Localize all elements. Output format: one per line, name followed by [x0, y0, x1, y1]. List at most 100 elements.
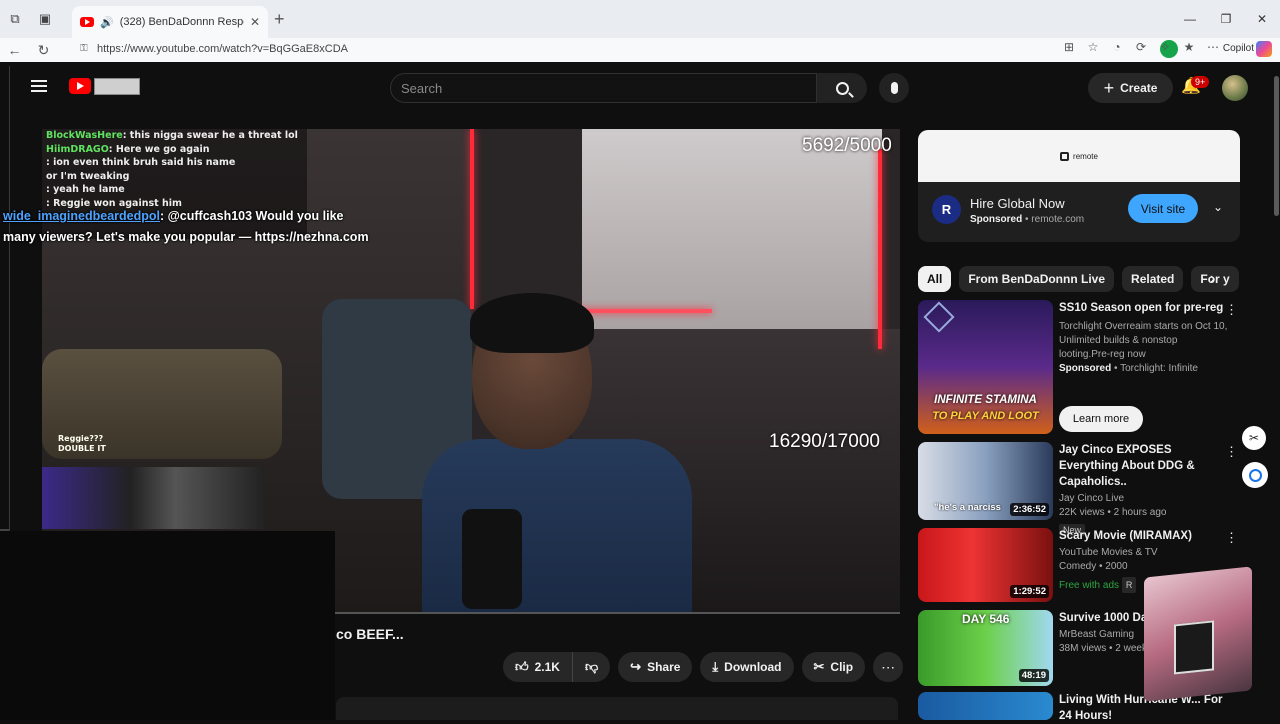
favorites-icon[interactable]: ★ [1182, 40, 1196, 58]
goal-counter-mid: 16290/17000 [769, 431, 880, 452]
chat-text: Reggie??? [58, 434, 104, 443]
more-options-icon[interactable]: ⋮ [1225, 530, 1238, 546]
overlay-username[interactable]: wide_imaginedbeardedpol [3, 209, 160, 223]
visit-site-button[interactable]: Visit site [1128, 194, 1198, 223]
more-icon[interactable]: ⋯ [1206, 40, 1220, 58]
rec-title[interactable]: SS10 Season open for pre-reg [1059, 300, 1234, 316]
extensions-icon[interactable]: ✧ [1158, 40, 1172, 58]
youtube-logo-icon[interactable] [69, 78, 91, 94]
refresh-ext-icon[interactable]: ⟳ [1134, 40, 1148, 58]
extension-icon[interactable]: ◔ [1110, 40, 1124, 58]
tab-actions-icon[interactable]: ▣ [30, 0, 60, 38]
rec-channel[interactable]: YouTube Movies & TV [1059, 546, 1234, 560]
like-count: 2.1K [534, 660, 560, 674]
rec-desc: Torchlight Overreaim starts on Oct 10, [1059, 321, 1228, 332]
chat-line: or I'm tweaking [46, 170, 303, 184]
search-button[interactable] [817, 73, 867, 103]
rec-thumbnail[interactable]: INFINITE STAMINA TO PLAY AND LOOT [918, 300, 1053, 434]
refresh-icon[interactable]: ↻ [29, 42, 58, 59]
more-actions-button[interactable]: ⋯ [873, 652, 904, 682]
like-button[interactable]: 👍︎ 2.1K [503, 652, 573, 682]
chat-text: : ion even think bruh said his name [46, 157, 236, 169]
chip-from-channel[interactable]: From BenDaDonnn Live [959, 266, 1115, 292]
create-button[interactable]: + Create [1088, 73, 1173, 103]
chat-user: HiimDRAGO [46, 143, 109, 155]
duration-badge: 48:19 [1018, 669, 1049, 682]
back-icon[interactable]: ← [0, 42, 29, 58]
speaker-icon[interactable]: 🔊 [100, 16, 114, 29]
site-info-icon[interactable]: ⚿ [80, 43, 88, 54]
filter-chips: All From BenDaDonnn Live Related For y [918, 266, 1239, 292]
chevron-right-icon[interactable]: › [1210, 270, 1215, 288]
ad-domain: remote.com [1031, 214, 1085, 225]
video-led-strip [878, 149, 882, 349]
rec-item-ad[interactable]: INFINITE STAMINA TO PLAY AND LOOT SS10 S… [918, 300, 1248, 436]
close-tab-icon[interactable]: ✕ [250, 15, 260, 29]
floating-promo-widget[interactable] [1144, 566, 1252, 702]
address-bar: ← ↻ ⚿ https://www.youtube.com/watch?v=Bq… [0, 38, 1280, 62]
chip-all[interactable]: All [918, 266, 952, 292]
page-scrollbar[interactable] [1273, 66, 1280, 720]
rec-thumbnail[interactable] [918, 692, 1053, 720]
remote-logo-icon [1060, 151, 1070, 161]
stream-chat-bottom: Reggie??? DOUBLE IT [42, 434, 242, 464]
chat-line: HiimDRAGO: Here we go again [46, 143, 303, 157]
floating-scissors-icon[interactable]: ✂ [1242, 426, 1266, 450]
rec-title[interactable]: Scary Movie (MIRAMAX) [1059, 528, 1234, 544]
floating-assistant-button[interactable] [1242, 462, 1268, 488]
clip-button[interactable]: ✂ Clip [801, 652, 866, 682]
url-field[interactable]: https://www.youtube.com/watch?v=BqGGaE8x… [97, 43, 348, 55]
maximize-icon[interactable]: ❐ [1208, 0, 1244, 38]
chat-line: : ion even think bruh said his name [46, 156, 303, 170]
advertiser-logo-icon[interactable]: R [932, 195, 961, 224]
rec-title[interactable]: Jay Cinco EXPOSES Everything About DDG &… [1059, 442, 1234, 490]
rating-badge: R [1121, 577, 1137, 593]
dislike-button[interactable]: 👎︎ [572, 652, 611, 682]
more-options-icon[interactable]: ⋮ [1225, 302, 1238, 318]
description-box[interactable] [336, 697, 898, 720]
stream-inset-cam [42, 467, 264, 529]
avatar[interactable] [1222, 75, 1248, 101]
free-with-ads-label: Free with ads [1059, 580, 1120, 591]
search-input[interactable]: Search [390, 73, 817, 103]
menu-icon[interactable] [31, 80, 47, 92]
minimize-icon[interactable]: — [1172, 0, 1208, 38]
thumb-text: TO PLAY AND LOOT [932, 410, 1039, 422]
share-button[interactable]: ↪ Share [618, 652, 693, 682]
favorite-star-icon[interactable]: ☆ [1086, 40, 1100, 58]
scrollbar-thumb[interactable] [1274, 76, 1279, 216]
microphone-icon [890, 82, 898, 94]
video-led-strip [470, 129, 474, 309]
more-options-icon[interactable]: ⋮ [1225, 444, 1238, 460]
new-tab-button[interactable]: + [274, 9, 285, 30]
rec-thumbnail[interactable]: DAY 546 48:19 [918, 610, 1053, 686]
share-label: Share [647, 660, 681, 674]
rec-thumbnail[interactable]: 1:29:52 [918, 528, 1053, 602]
copilot-label[interactable]: Copilot [1223, 43, 1254, 54]
workspaces-icon[interactable]: ⧉ [0, 0, 30, 38]
rec-item[interactable]: Living With Hurricane W... For 24 Hours! [918, 692, 1248, 722]
learn-more-button[interactable]: Learn more [1059, 406, 1143, 432]
download-button[interactable]: ⤓ Download [700, 652, 794, 682]
doodle-logo[interactable] [94, 78, 140, 95]
rec-item[interactable]: "he's a narciss 2:36:52 Jay Cinco EXPOSE… [918, 442, 1248, 536]
close-window-icon[interactable]: ✕ [1244, 0, 1280, 38]
blank-panel [0, 531, 335, 720]
chat-text: or I'm tweaking [46, 170, 130, 182]
rec-thumbnail[interactable]: "he's a narciss 2:36:52 [918, 442, 1053, 520]
youtube-favicon-icon [80, 17, 94, 27]
plus-icon: + [1103, 77, 1115, 98]
chat-text: : yeah he lame [46, 184, 125, 196]
app-available-icon[interactable]: ⊞ [1062, 40, 1076, 58]
voice-search-button[interactable] [879, 73, 909, 103]
ad-banner[interactable]: remote [918, 130, 1240, 182]
chip-related[interactable]: Related [1122, 266, 1184, 292]
ad-title[interactable]: Hire Global Now [970, 196, 1065, 211]
chevron-down-icon[interactable]: ⌄ [1213, 200, 1223, 214]
download-label: Download [724, 660, 782, 674]
ad-card[interactable]: remote R Hire Global Now Sponsored • rem… [918, 130, 1240, 242]
browser-tab-active[interactable]: 🔊 (328) BenDaDonnn Respond ✕ [72, 6, 268, 38]
copilot-icon[interactable] [1256, 41, 1272, 57]
rec-channel[interactable]: Jay Cinco Live [1059, 492, 1234, 506]
rec-meta: SS10 Season open for pre-reg Torchlight … [1059, 300, 1234, 376]
